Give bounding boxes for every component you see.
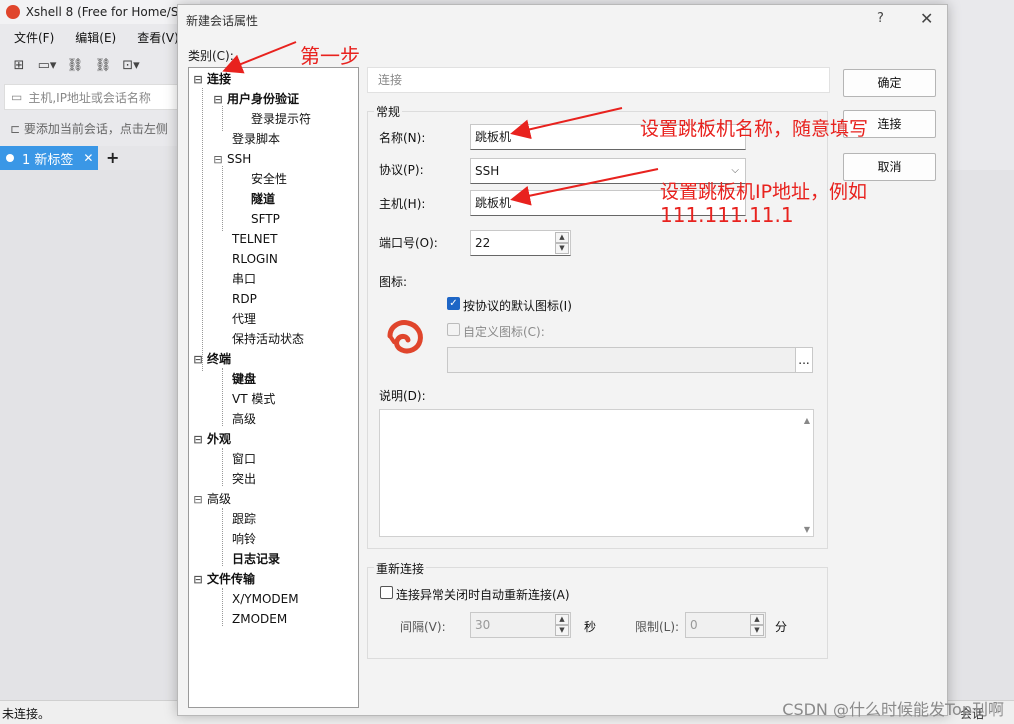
- step1-arrow: [222, 41, 297, 74]
- host-annotation-line2: 111.111.11.1: [660, 203, 794, 227]
- step1-annotation: 第一步: [300, 44, 360, 68]
- name-annotation: 设置跳板机名称，随意填写: [640, 118, 869, 140]
- annotation-arrows: [222, 41, 659, 206]
- name-arrow: [510, 107, 623, 140]
- host-annotation-line1: 设置跳板机IP地址，例如: [660, 181, 868, 203]
- watermark: CSDN @什么时候能发Top刊啊: [782, 700, 1004, 719]
- host-arrow: [510, 168, 659, 206]
